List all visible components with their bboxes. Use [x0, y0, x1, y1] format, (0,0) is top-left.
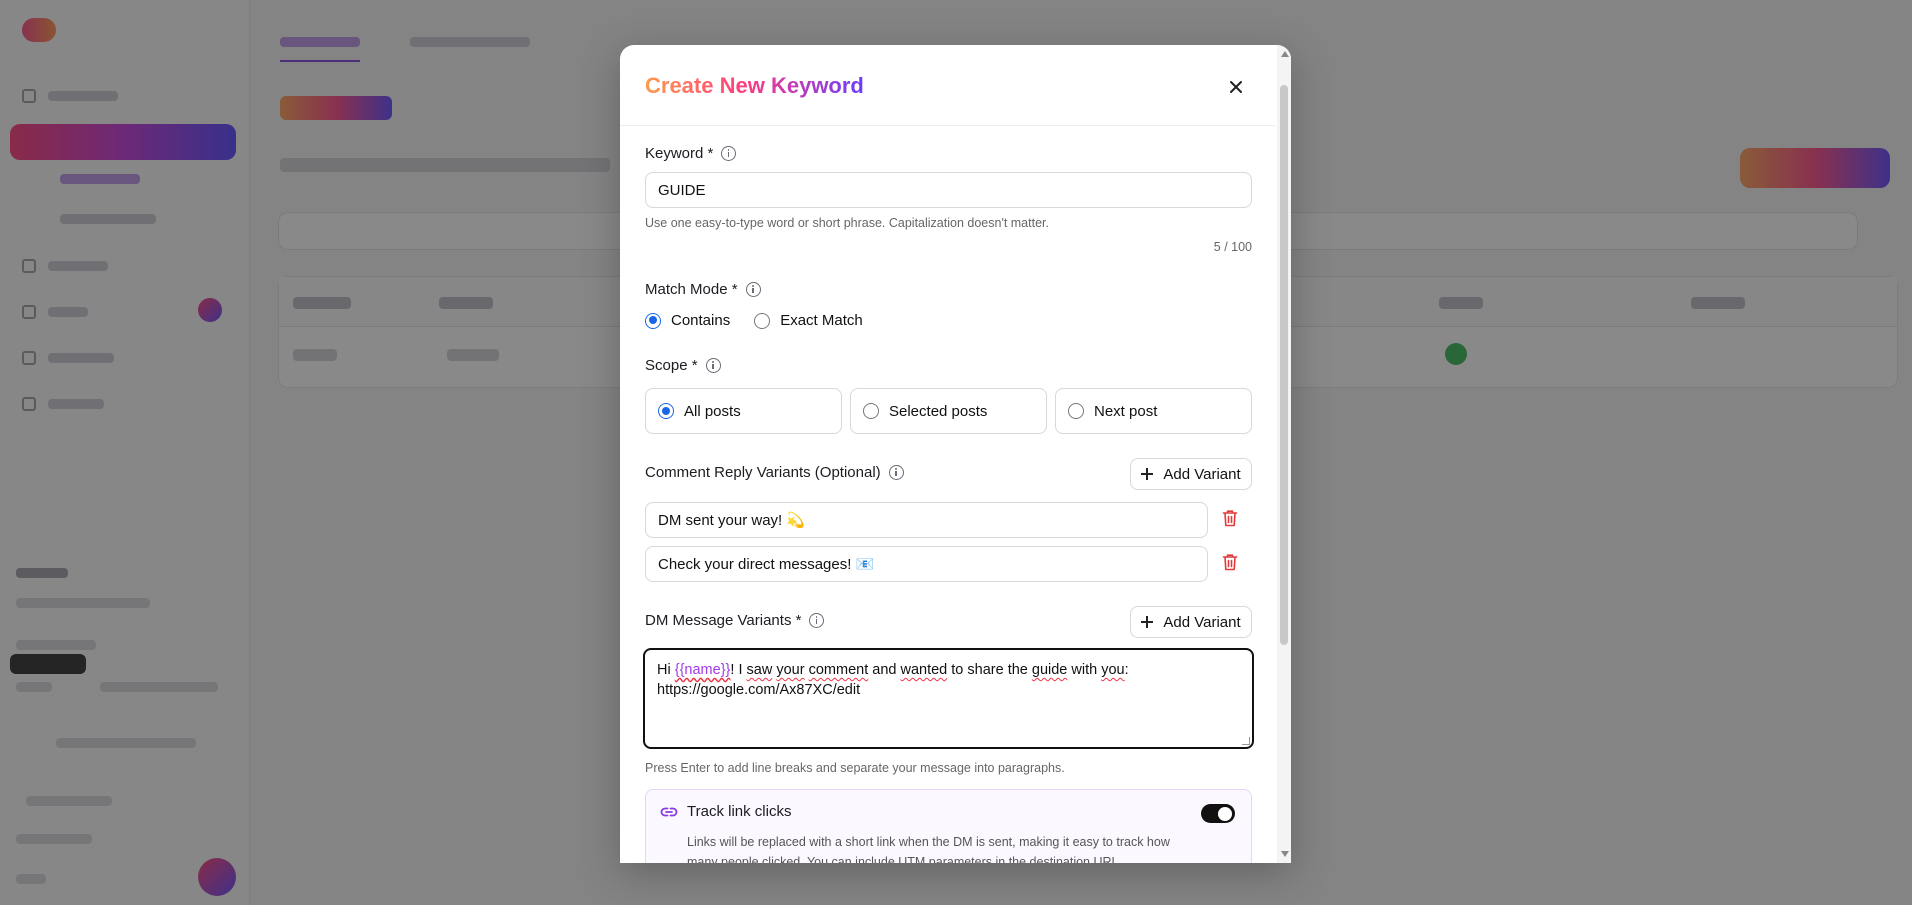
modal-scrollbar[interactable] — [1277, 45, 1291, 863]
dm-text: your — [776, 662, 805, 678]
scope-label-text: Scope * — [645, 357, 698, 374]
match-mode-radio-group: Contains Exact Match — [645, 312, 873, 329]
track-link-clicks-description: Links will be replaced with a short link… — [687, 835, 1170, 863]
name-variable-token: {{name}} — [674, 662, 731, 678]
dm-text: wanted — [900, 662, 948, 678]
scope-selected-posts-label: Selected posts — [889, 402, 988, 420]
scope-option-next-post[interactable]: Next post — [1055, 388, 1252, 434]
radio-contains[interactable] — [645, 312, 661, 329]
scope-option-selected-posts[interactable]: Selected posts — [850, 388, 1047, 434]
dm-text: saw — [746, 662, 773, 678]
delete-comment-variant-button[interactable] — [1222, 553, 1242, 575]
dm-text: with — [1067, 662, 1102, 678]
keyword-hint: Use one easy-to-type word or short phras… — [645, 216, 1049, 230]
keyword-input-value: GUIDE — [658, 181, 706, 199]
link-icon — [660, 807, 678, 817]
comment-replies-label: Comment Reply Variants (Optional) — [645, 464, 904, 481]
add-comment-variant-label: Add Variant — [1163, 465, 1241, 483]
comment-variant-value: DM sent your way! 💫 — [658, 512, 806, 529]
dm-messages-hint: Press Enter to add line breaks and separ… — [645, 761, 1065, 775]
modal-title-part1: Create — [645, 73, 714, 98]
close-button[interactable] — [1220, 71, 1252, 103]
match-mode-label-text: Match Mode * — [645, 281, 738, 298]
info-icon[interactable] — [745, 282, 761, 297]
dm-messages-label: DM Message Variants * — [645, 612, 825, 629]
info-icon[interactable] — [721, 146, 737, 161]
dm-message-line-1: Hi {{name}}! I saw your comment and want… — [657, 660, 1240, 680]
match-mode-label: Match Mode * — [645, 281, 761, 298]
keyword-label-text: Keyword * — [645, 145, 714, 162]
keyword-label: Keyword * — [645, 145, 737, 162]
dm-text: comment — [808, 662, 869, 678]
match-mode-contains[interactable]: Contains — [645, 312, 730, 329]
track-link-clicks-toggle[interactable] — [1201, 804, 1235, 823]
plus-icon — [1141, 616, 1154, 628]
scroll-up-arrow-icon[interactable] — [1281, 51, 1289, 57]
dm-text: ! I — [730, 662, 747, 678]
info-icon[interactable] — [809, 613, 825, 628]
info-icon[interactable] — [705, 358, 721, 373]
comment-variant-input[interactable]: Check your direct messages! 📧 — [645, 546, 1208, 582]
plus-icon — [1141, 468, 1154, 480]
keyword-input[interactable]: GUIDE — [645, 172, 1252, 208]
scope-option-all-posts[interactable]: All posts — [645, 388, 842, 434]
comment-replies-label-text: Comment Reply Variants (Optional) — [645, 464, 881, 481]
track-link-clicks-title: Track link clicks — [687, 803, 792, 820]
dm-messages-label-text: DM Message Variants * — [645, 612, 802, 629]
trash-icon — [1222, 554, 1238, 571]
radio-exact-match[interactable] — [754, 312, 771, 329]
track-link-clicks-panel: Track link clicks Links will be replaced… — [645, 789, 1252, 863]
modal-title-part2: New Keyword — [719, 73, 864, 98]
dm-message-textarea[interactable]: Hi {{name}}! I saw your comment and want… — [643, 648, 1254, 749]
add-dm-variant-label: Add Variant — [1163, 613, 1241, 631]
radio-exact-match-label: Exact Match — [780, 312, 863, 329]
textarea-resize-handle[interactable] — [1242, 737, 1250, 745]
dm-text: guide — [1031, 662, 1068, 678]
dm-text: Hi — [657, 662, 675, 678]
match-mode-exact[interactable]: Exact Match — [754, 312, 863, 329]
add-comment-variant-button[interactable]: Add Variant — [1130, 458, 1252, 490]
comment-variant-input[interactable]: DM sent your way! 💫 — [645, 502, 1208, 538]
dm-text: you — [1101, 662, 1125, 678]
create-keyword-modal: Create New Keyword Keyword * GUIDE Use o… — [620, 45, 1291, 863]
radio-all-posts[interactable] — [658, 403, 674, 419]
scrollbar-thumb[interactable] — [1280, 85, 1288, 645]
dm-message-line-2: https://google.com/Ax87XC/edit — [657, 682, 861, 698]
scope-label: Scope * — [645, 357, 721, 374]
scroll-down-arrow-icon[interactable] — [1281, 851, 1289, 857]
scope-all-posts-label: All posts — [684, 402, 741, 420]
keyword-char-counter: 5 / 100 — [1213, 240, 1252, 254]
radio-next-post[interactable] — [1068, 403, 1084, 419]
dm-text: to share the — [947, 662, 1032, 678]
dm-text: : — [1124, 662, 1129, 678]
delete-comment-variant-button[interactable] — [1222, 509, 1242, 531]
comment-variant-value: Check your direct messages! 📧 — [658, 556, 875, 573]
info-icon[interactable] — [888, 465, 904, 480]
close-icon — [1230, 81, 1242, 93]
add-dm-variant-button[interactable]: Add Variant — [1130, 606, 1252, 638]
trash-icon — [1222, 510, 1238, 527]
modal-header: Create New Keyword — [620, 45, 1275, 126]
radio-selected-posts[interactable] — [863, 403, 879, 419]
radio-contains-label: Contains — [671, 312, 731, 329]
modal-title: Create New Keyword — [645, 73, 864, 99]
scope-next-post-label: Next post — [1094, 402, 1158, 420]
dm-text: and — [868, 662, 901, 678]
